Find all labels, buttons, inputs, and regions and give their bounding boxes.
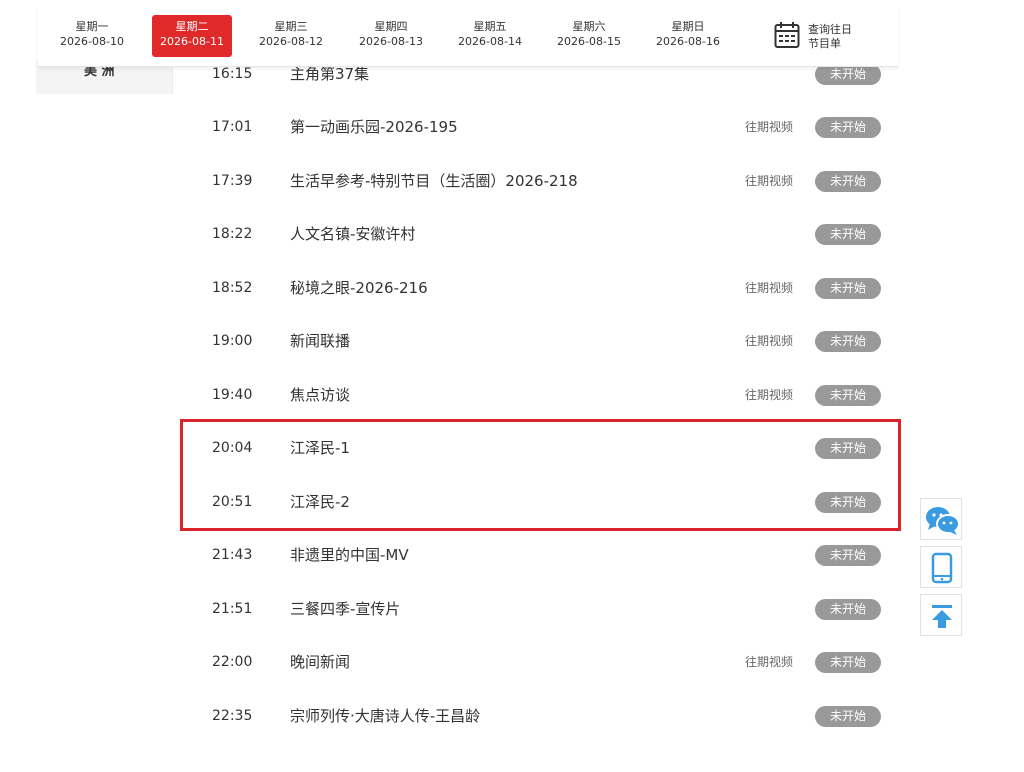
past-video-link[interactable]: 往期视频 [745, 369, 793, 422]
program-time: 19:40 [212, 387, 253, 403]
program-row: 21:51 三餐四季-宣传片 未开始 [180, 583, 900, 636]
program-name[interactable]: 宗师列传·大唐诗人传-王昌龄 [290, 690, 480, 743]
status-badge: 未开始 [815, 599, 881, 620]
day-tab-sunday[interactable]: 星期日 2026-08-16 [648, 15, 728, 57]
sidebar-divider [172, 66, 173, 94]
program-name[interactable]: 人文名镇-安徽许村 [290, 208, 415, 261]
day-date: 2026-08-12 [259, 35, 323, 48]
status-badge: 未开始 [815, 385, 881, 406]
program-row: 22:00 晚间新闻 往期视频 未开始 [180, 636, 900, 689]
past-video-link[interactable]: 往期视频 [745, 101, 793, 154]
date-bar: 星期一 2026-08-10 星期二 2026-08-11 星期三 2026-0… [38, 6, 898, 67]
history-label: 查询往日 节目单 [808, 23, 868, 51]
program-name[interactable]: 新闻联播 [290, 315, 350, 368]
past-video-link[interactable]: 往期视频 [745, 155, 793, 208]
day-date: 2026-08-13 [359, 35, 423, 48]
status-badge: 未开始 [815, 492, 881, 513]
program-name[interactable]: 秘境之眼-2026-216 [290, 262, 428, 315]
program-name[interactable]: 生活早参考-特别节目（生活圈）2026-218 [290, 155, 578, 208]
program-row: 20:04 江泽民-1 未开始 [180, 422, 900, 475]
program-time: 18:52 [212, 280, 253, 296]
history-label-line2: 节目单 [808, 37, 841, 50]
history-schedule-link[interactable]: 查询往日 节目单 [774, 21, 864, 53]
status-badge: 未开始 [815, 117, 881, 138]
program-row: 17:01 第一动画乐园-2026-195 往期视频 未开始 [180, 101, 900, 154]
program-name[interactable]: 晚间新闻 [290, 636, 350, 689]
program-name[interactable]: 江泽民-2 [290, 476, 350, 529]
program-time: 22:00 [212, 654, 253, 670]
back-to-top-button[interactable] [920, 594, 962, 636]
program-name[interactable]: 非遗里的中国-MV [290, 529, 409, 582]
status-badge: 未开始 [815, 706, 881, 727]
program-name[interactable]: 焦点访谈 [290, 369, 350, 422]
program-time: 21:43 [212, 547, 253, 563]
page: 美 洲 星期一 2026-08-10 星期二 2026-08-11 星期三 20… [0, 0, 1024, 772]
program-row: 21:43 非遗里的中国-MV 未开始 [180, 529, 900, 582]
day-weekday: 星期五 [473, 20, 507, 33]
program-time: 20:51 [212, 494, 253, 510]
day-tab-thursday[interactable]: 星期四 2026-08-13 [351, 15, 431, 57]
program-row: 22:35 宗师列传·大唐诗人传-王昌龄 未开始 [180, 690, 900, 743]
program-row: 20:51 江泽民-2 未开始 [180, 476, 900, 529]
status-badge: 未开始 [815, 224, 881, 245]
program-row: 19:00 新闻联播 往期视频 未开始 [180, 315, 900, 368]
past-video-link[interactable]: 往期视频 [745, 636, 793, 689]
history-label-line1: 查询往日 [808, 23, 852, 36]
status-badge: 未开始 [815, 652, 881, 673]
day-weekday: 星期一 [75, 20, 109, 33]
day-tab-monday[interactable]: 星期一 2026-08-10 [52, 15, 132, 57]
program-time: 22:35 [212, 708, 253, 724]
program-name[interactable]: 三餐四季-宣传片 [290, 583, 400, 636]
past-video-link[interactable]: 往期视频 [745, 262, 793, 315]
status-badge: 未开始 [815, 438, 881, 459]
program-name[interactable]: 江泽民-1 [290, 422, 350, 475]
program-row: 18:52 秘境之眼-2026-216 往期视频 未开始 [180, 262, 900, 315]
program-time: 17:39 [212, 173, 253, 189]
day-date: 2026-08-15 [557, 35, 621, 48]
program-time: 18:22 [212, 226, 253, 242]
program-row: 19:40 焦点访谈 往期视频 未开始 [180, 369, 900, 422]
status-badge: 未开始 [815, 545, 881, 566]
day-weekday: 星期三 [274, 20, 308, 33]
program-row: 17:39 生活早参考-特别节目（生活圈）2026-218 往期视频 未开始 [180, 155, 900, 208]
day-tab-tuesday[interactable]: 星期二 2026-08-11 [152, 15, 232, 57]
day-weekday: 星期二 [175, 20, 209, 33]
day-weekday: 星期日 [671, 20, 705, 33]
status-badge: 未开始 [815, 278, 881, 299]
program-time: 19:00 [212, 333, 253, 349]
program-time: 21:51 [212, 601, 253, 617]
past-video-link[interactable]: 往期视频 [745, 315, 793, 368]
wechat-share-button[interactable] [920, 498, 962, 540]
day-weekday: 星期四 [374, 20, 408, 33]
status-badge: 未开始 [815, 171, 881, 192]
program-time: 17:01 [212, 119, 253, 135]
calendar-icon [774, 21, 800, 49]
day-date: 2026-08-16 [656, 35, 720, 48]
program-name[interactable]: 第一动画乐园-2026-195 [290, 101, 458, 154]
status-badge: 未开始 [815, 64, 881, 85]
day-weekday: 星期六 [572, 20, 606, 33]
day-date: 2026-08-14 [458, 35, 522, 48]
day-date: 2026-08-11 [160, 35, 224, 48]
status-badge: 未开始 [815, 331, 881, 352]
day-date: 2026-08-10 [60, 35, 124, 48]
program-time: 20:04 [212, 440, 253, 456]
day-tab-friday[interactable]: 星期五 2026-08-14 [450, 15, 530, 57]
mobile-app-button[interactable] [920, 546, 962, 588]
day-tab-saturday[interactable]: 星期六 2026-08-15 [549, 15, 629, 57]
program-row: 18:22 人文名镇-安徽许村 未开始 [180, 208, 900, 261]
day-tab-wednesday[interactable]: 星期三 2026-08-12 [251, 15, 331, 57]
